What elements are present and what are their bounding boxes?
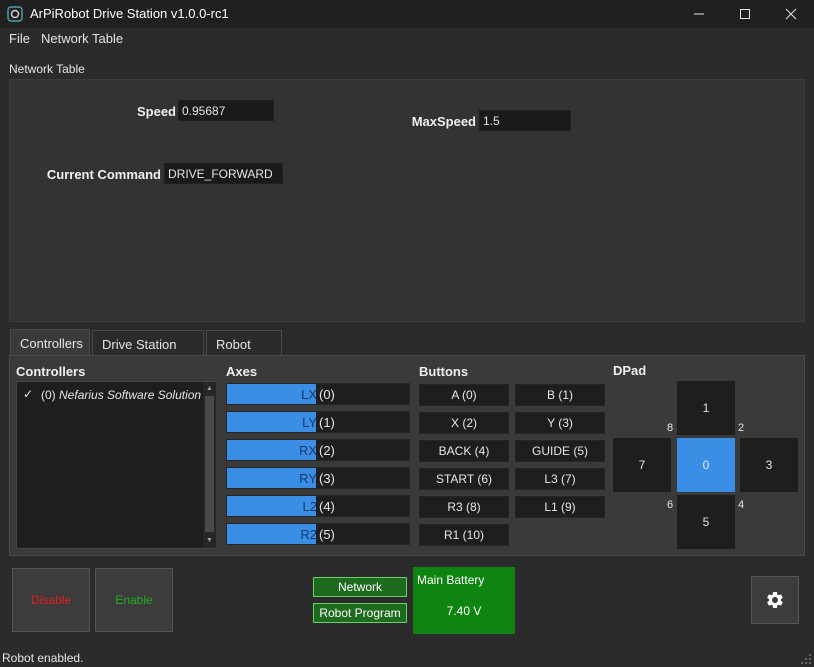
controller-name: (0) Nefarius Software Solutions <box>41 388 201 402</box>
axis-index: (2) <box>319 443 335 458</box>
list-item[interactable]: ✓ (0) Nefarius Software Solutions <box>17 382 203 406</box>
axis-bar: LY (1) <box>226 411 410 433</box>
axis-name: L2 <box>302 499 317 514</box>
main-battery-panel: Main Battery 7.40 V <box>413 567 515 634</box>
controller-button-indicator: R1 (10) <box>419 524 509 546</box>
minimize-button[interactable] <box>676 0 722 28</box>
current-command-field[interactable]: DRIVE_FORWARD <box>164 163 283 184</box>
maxspeed-field[interactable]: 1.5 <box>479 110 571 131</box>
maximize-icon <box>740 9 750 19</box>
dpad-diag-down-right: 4 <box>738 499 745 511</box>
dpad-right: 3 <box>740 438 798 492</box>
app-logo-icon <box>7 6 23 22</box>
axis-bar: RX (2) <box>226 439 410 461</box>
scrollbar[interactable]: ▲ ▼ <box>203 382 216 548</box>
controller-button-indicator: BACK (4) <box>419 440 509 462</box>
minimize-icon <box>694 13 704 15</box>
dpad-center: 0 <box>677 438 735 492</box>
scroll-down-icon[interactable]: ▼ <box>205 536 214 546</box>
dpad-left: 7 <box>613 438 671 492</box>
current-command-label: Current Command <box>46 167 161 182</box>
axis-name: RY <box>299 471 317 486</box>
axis-bar: L2 (4) <box>226 495 410 517</box>
close-icon <box>785 8 797 20</box>
controllers-list: ✓ (0) Nefarius Software Solutions ▲ ▼ <box>16 381 216 549</box>
window-title: ArPiRobot Drive Station v1.0.0-rc1 <box>30 6 229 21</box>
scroll-up-icon[interactable]: ▲ <box>205 384 214 394</box>
maxspeed-label: MaxSpeed <box>411 114 476 129</box>
dpad-down: 5 <box>677 495 735 549</box>
battery-voltage: 7.40 V <box>446 604 482 618</box>
robot-program-indicator: Robot Program <box>313 603 407 623</box>
axis-name: LX <box>301 387 317 402</box>
battery-title: Main Battery <box>417 573 485 587</box>
axis-index: (4) <box>319 499 335 514</box>
controller-index: (0) <box>41 388 56 402</box>
controller-button-indicator: B (1) <box>515 384 605 406</box>
axis-index: (3) <box>319 471 335 486</box>
scroll-thumb[interactable] <box>205 396 214 532</box>
controllers-title: Controllers <box>16 364 86 379</box>
gear-icon <box>767 592 783 608</box>
axes-title: Axes <box>226 364 258 379</box>
axis-bar: RY (3) <box>226 467 410 489</box>
menu-file[interactable]: File <box>9 31 30 46</box>
tab-controllers[interactable]: Controllers <box>10 329 90 356</box>
dpad-up: 1 <box>677 381 735 435</box>
tab-drive-station-log[interactable]: Drive Station Log <box>92 330 204 367</box>
dpad-diag-up-left: 8 <box>667 422 674 434</box>
buttons-title: Buttons <box>419 364 469 379</box>
title-bar: ArPiRobot Drive Station v1.0.0-rc1 <box>0 0 814 28</box>
controller-button-indicator: GUIDE (5) <box>515 440 605 462</box>
tab-robot-log[interactable]: Robot Log <box>206 330 282 367</box>
controller-button-indicator: A (0) <box>419 384 509 406</box>
status-bar-text: Robot enabled. <box>2 651 84 665</box>
dpad-diag-up-right: 2 <box>738 422 745 434</box>
network-indicator: Network <box>313 577 407 597</box>
disable-button[interactable]: Disable <box>12 568 90 632</box>
controller-button-indicator: R3 (8) <box>419 496 509 518</box>
speed-field[interactable]: 0.95687 <box>178 100 274 121</box>
controller-button-indicator: L1 (9) <box>515 496 605 518</box>
axis-name: LY <box>302 415 317 430</box>
controller-button-indicator: Y (3) <box>515 412 605 434</box>
controller-label: Nefarius Software Solutions <box>59 388 201 402</box>
dpad-diag-down-left: 6 <box>667 499 674 511</box>
enable-label: Enable <box>115 593 153 607</box>
menu-network-table[interactable]: Network Table <box>41 31 123 46</box>
axis-index: (5) <box>319 527 335 542</box>
enable-button[interactable]: Enable <box>95 568 173 632</box>
disable-label: Disable <box>30 593 72 607</box>
axis-bar: R2 (5) <box>226 523 410 545</box>
menu-bar: File Network Table <box>0 28 814 50</box>
dpad-title: DPad <box>613 363 647 378</box>
close-button[interactable] <box>768 0 814 28</box>
axis-name: RX <box>298 443 317 458</box>
settings-button[interactable] <box>751 576 799 624</box>
axis-index: (0) <box>319 387 335 402</box>
axis-name: R2 <box>300 527 317 542</box>
axis-index: (1) <box>319 415 335 430</box>
axis-bar: LX (0) <box>226 383 410 405</box>
controller-button-indicator: START (6) <box>419 468 509 490</box>
speed-label: Speed <box>136 104 176 119</box>
network-table-label: Network Table <box>9 62 85 76</box>
resize-grip-icon[interactable] <box>800 653 812 665</box>
controller-button-indicator: X (2) <box>419 412 509 434</box>
maximize-button[interactable] <box>722 0 768 28</box>
controller-button-indicator: L3 (7) <box>515 468 605 490</box>
checkbox-icon[interactable]: ✓ <box>23 387 35 401</box>
